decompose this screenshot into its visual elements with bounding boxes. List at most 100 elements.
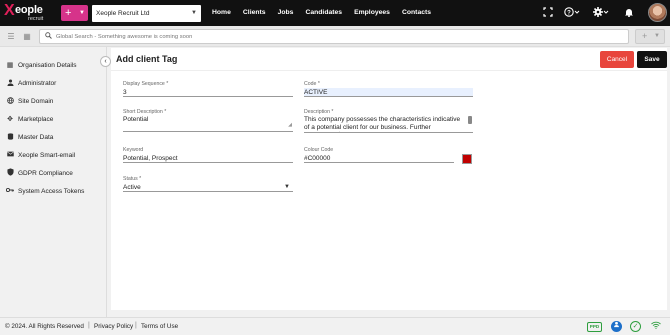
- status-field: Status * Active ▼: [123, 176, 293, 192]
- sidebar-item-master-data[interactable]: Master Data: [5, 131, 53, 143]
- user-avatar[interactable]: [648, 3, 667, 22]
- display-sequence-input[interactable]: 3: [123, 88, 293, 97]
- code-field: Code * ACTIVE: [304, 81, 473, 97]
- nav-clients[interactable]: Clients: [243, 0, 266, 26]
- xeople-logo[interactable]: X eople recruit: [4, 2, 56, 23]
- secondary-add-button[interactable]: + ▼: [635, 29, 665, 44]
- company-select-value: Xeople Recruit Ltd: [96, 10, 150, 17]
- cancel-button[interactable]: Cancel: [600, 51, 634, 68]
- copyright-text: © 2024. All Rights Reserved: [5, 323, 84, 330]
- short-description-input[interactable]: Potential ◢: [123, 116, 293, 132]
- terms-of-use-link[interactable]: Terms of Use: [141, 323, 178, 330]
- sidebar-item-label: Administrator: [18, 79, 57, 87]
- grid-view-icon[interactable]: ▦: [20, 30, 34, 43]
- save-button[interactable]: Save: [637, 51, 667, 68]
- colour-code-label: Colour Code: [304, 147, 334, 153]
- logo-subtitle: recruit: [28, 16, 44, 22]
- plus-icon: +: [642, 31, 648, 41]
- status-select-value: Active: [123, 184, 141, 191]
- wifi-icon[interactable]: [650, 321, 661, 332]
- privacy-policy-link[interactable]: Privacy Policy: [94, 323, 133, 330]
- nav-home[interactable]: Home: [212, 0, 231, 26]
- sidebar-item-organisation-details[interactable]: ▦ Organisation Details: [5, 59, 77, 71]
- sidebar-item-label: Marketplace: [18, 115, 54, 123]
- global-search: [39, 29, 629, 44]
- sidebar-item-smart-email[interactable]: Xeople Smart-email: [5, 149, 75, 161]
- search-bar-row: ☰ ▦ + ▼: [0, 26, 670, 47]
- building-icon: ▦: [6, 62, 14, 69]
- code-input[interactable]: ACTIVE: [304, 88, 473, 97]
- sidebar-item-label: System Access Tokens: [18, 187, 85, 195]
- sidebar-item-label: Master Data: [18, 133, 54, 141]
- page-title: Add client Tag: [116, 54, 178, 64]
- chevron-down-icon: ▼: [79, 10, 85, 16]
- colour-code-input[interactable]: #C00000: [304, 154, 454, 163]
- nav-contacts[interactable]: Contacts: [402, 0, 431, 26]
- status-label: Status *: [123, 176, 142, 182]
- gear-icon[interactable]: [593, 7, 609, 21]
- company-select[interactable]: Xeople Recruit Ltd ▼: [92, 5, 201, 22]
- sidebar-item-label: Xeople Smart-email: [18, 151, 76, 159]
- svg-text:?: ?: [567, 10, 571, 16]
- check-circle-icon[interactable]: ✓: [630, 321, 641, 332]
- footer-divider: |: [135, 322, 137, 329]
- global-search-input[interactable]: [56, 31, 616, 42]
- bell-icon[interactable]: [624, 7, 634, 21]
- display-sequence-field: Display Sequence * 3: [123, 81, 293, 97]
- sidebar-collapse-button[interactable]: ‹: [100, 56, 111, 67]
- colour-code-field: Colour Code #C00000: [304, 147, 473, 163]
- globe-icon: [5, 96, 15, 106]
- short-description-value: Potential: [123, 116, 149, 123]
- sidebar-item-system-access-tokens[interactable]: System Access Tokens: [5, 185, 84, 197]
- database-icon: [5, 132, 15, 142]
- quick-add-button[interactable]: + ▼: [61, 5, 88, 21]
- keyword-field: Keyword Potential, Prospect: [123, 147, 293, 163]
- main-nav: Home Clients Jobs Candidates Employees C…: [212, 0, 443, 26]
- person-icon: [5, 78, 15, 88]
- fullscreen-icon[interactable]: [543, 7, 553, 21]
- settings-sidebar: ▦ Organisation Details Administrator Sit…: [0, 47, 107, 317]
- status-select[interactable]: Active ▼: [123, 183, 293, 192]
- sidebar-item-site-domain[interactable]: Site Domain: [5, 95, 53, 107]
- top-navbar: X eople recruit + ▼ Xeople Recruit Ltd ▼…: [0, 0, 670, 26]
- description-scrollbar[interactable]: [468, 116, 472, 124]
- key-icon: [5, 187, 15, 195]
- sidebar-item-label: Organisation Details: [18, 61, 77, 69]
- sidebar-item-marketplace[interactable]: ✥ Marketplace: [5, 113, 53, 125]
- page-header: Add client Tag Cancel Save: [111, 48, 667, 70]
- short-description-field: Short Description * Potential ◢: [123, 109, 293, 132]
- search-icon: [45, 32, 52, 41]
- shield-icon: [5, 168, 15, 178]
- description-value: This company possesses the characteristi…: [304, 116, 461, 132]
- logo-wordmark: eople: [15, 4, 43, 16]
- logo-x-mark: X: [4, 2, 15, 19]
- footer-divider: |: [88, 322, 90, 329]
- ppd-badge[interactable]: PPD: [587, 322, 602, 332]
- envelope-icon: [5, 151, 15, 159]
- nav-employees[interactable]: Employees: [354, 0, 390, 26]
- resize-grip-icon[interactable]: ◢: [288, 122, 292, 130]
- sidebar-item-label: Site Domain: [18, 97, 54, 105]
- nav-candidates[interactable]: Candidates: [305, 0, 342, 26]
- main-panel: Add client Tag Cancel Save Display Seque…: [111, 48, 667, 310]
- help-icon[interactable]: ?: [564, 7, 580, 21]
- nav-jobs[interactable]: Jobs: [278, 0, 294, 26]
- chevron-down-icon: ▼: [654, 33, 660, 39]
- list-view-icon[interactable]: ☰: [4, 30, 18, 43]
- colour-swatch-button[interactable]: [462, 154, 472, 164]
- chevron-down-icon: ▼: [284, 184, 290, 190]
- description-field: Description * This company possesses the…: [304, 109, 473, 133]
- user-circle-icon[interactable]: [611, 321, 622, 332]
- keyword-input[interactable]: Potential, Prospect: [123, 154, 293, 163]
- sidebar-item-gdpr-compliance[interactable]: GDPR Compliance: [5, 167, 73, 179]
- sidebar-item-label: GDPR Compliance: [18, 169, 73, 177]
- description-label: Description *: [304, 109, 334, 115]
- footer: © 2024. All Rights Reserved | Privacy Po…: [0, 317, 670, 335]
- plus-icon: +: [65, 7, 72, 19]
- sidebar-item-administrator[interactable]: Administrator: [5, 77, 56, 89]
- description-input[interactable]: This company possesses the characteristi…: [304, 116, 473, 133]
- short-description-label: Short Description *: [123, 109, 167, 115]
- arrows-icon: ✥: [7, 116, 13, 123]
- chevron-down-icon: ▼: [191, 10, 197, 16]
- tag-form: Display Sequence * 3 Code * ACTIVE Short…: [111, 70, 667, 310]
